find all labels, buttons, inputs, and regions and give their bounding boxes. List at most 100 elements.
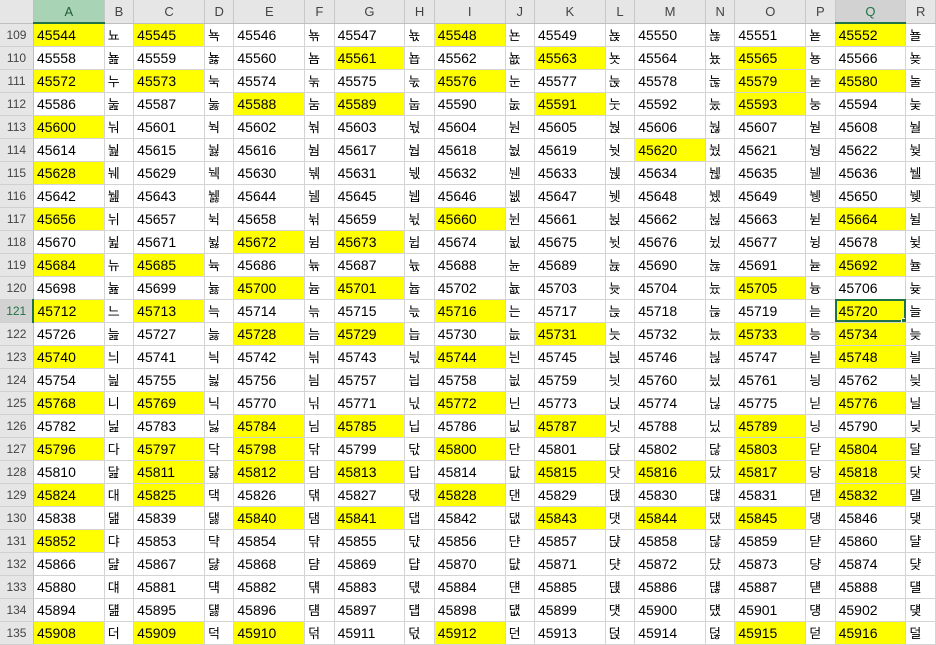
cell-j121[interactable]: 는: [505, 299, 535, 323]
row-header-134[interactable]: 134: [0, 598, 34, 622]
cell-a110[interactable]: 45558: [33, 46, 105, 70]
cell-l134[interactable]: 덋: [605, 598, 636, 622]
cell-l129[interactable]: 댅: [605, 483, 636, 507]
cell-n110[interactable]: 뇼: [705, 46, 736, 70]
cell-o121[interactable]: 45719: [734, 299, 807, 323]
cell-n134[interactable]: 덌: [705, 598, 736, 622]
cell-c116[interactable]: 45643: [133, 184, 205, 208]
cell-h113[interactable]: 눣: [404, 115, 435, 139]
cell-p120[interactable]: 늉: [805, 276, 836, 300]
cell-i113[interactable]: 45604: [434, 115, 506, 139]
cell-i135[interactable]: 45912: [434, 621, 506, 645]
cell-b123[interactable]: 늬: [104, 345, 135, 369]
cell-n123[interactable]: 늲: [705, 345, 736, 369]
cell-k109[interactable]: 45549: [534, 23, 606, 47]
cell-d120[interactable]: 늃: [204, 276, 235, 300]
cell-p126[interactable]: 닝: [805, 414, 836, 438]
cell-q126[interactable]: 45790: [835, 414, 907, 438]
cell-q123[interactable]: 45748: [835, 345, 907, 369]
cell-p117[interactable]: 뉟: [805, 207, 836, 231]
cell-f129[interactable]: 댂: [304, 483, 335, 507]
cell-r116[interactable]: 뉒: [905, 184, 936, 208]
cell-m134[interactable]: 45900: [634, 598, 706, 622]
cell-h132[interactable]: 댭: [404, 552, 435, 576]
cell-r117[interactable]: 뉠: [905, 207, 936, 231]
cell-b134[interactable]: 덆: [104, 598, 135, 622]
cell-q135[interactable]: 45916: [835, 621, 907, 645]
cell-m125[interactable]: 45774: [634, 391, 706, 415]
cell-m114[interactable]: 45620: [634, 138, 706, 162]
cell-g118[interactable]: 45673: [334, 230, 406, 254]
cell-q114[interactable]: 45622: [835, 138, 907, 162]
cell-q115[interactable]: 45636: [835, 161, 907, 185]
cell-b131[interactable]: 댜: [104, 529, 135, 553]
cell-e132[interactable]: 45868: [233, 552, 306, 576]
cell-g129[interactable]: 45827: [334, 483, 406, 507]
cell-m116[interactable]: 45648: [634, 184, 706, 208]
cell-c118[interactable]: 45671: [133, 230, 205, 254]
cell-n125[interactable]: 닎: [705, 391, 736, 415]
cell-j122[interactable]: 늢: [505, 322, 535, 346]
row-header-112[interactable]: 112: [0, 92, 34, 116]
cell-l126[interactable]: 닛: [605, 414, 636, 438]
cell-l115[interactable]: 뉁: [605, 161, 636, 185]
cell-d123[interactable]: 늭: [204, 345, 235, 369]
cell-e112[interactable]: 45588: [233, 92, 306, 116]
cell-p123[interactable]: 늳: [805, 345, 836, 369]
cell-h115[interactable]: 눿: [404, 161, 435, 185]
cell-j123[interactable]: 늰: [505, 345, 535, 369]
cell-r126[interactable]: 닞: [905, 414, 936, 438]
cell-l113[interactable]: 눥: [605, 115, 636, 139]
cell-o118[interactable]: 45677: [734, 230, 807, 254]
cell-p132[interactable]: 댱: [805, 552, 836, 576]
cell-d113[interactable]: 눡: [204, 115, 235, 139]
cell-k120[interactable]: 45703: [534, 276, 606, 300]
cell-a121[interactable]: 45712: [33, 299, 105, 323]
cell-e135[interactable]: 45910: [233, 621, 306, 645]
cell-q110[interactable]: 45566: [835, 46, 907, 70]
cell-l120[interactable]: 늇: [605, 276, 636, 300]
cell-n130[interactable]: 댔: [705, 506, 736, 530]
cell-g115[interactable]: 45631: [334, 161, 406, 185]
cell-k133[interactable]: 45885: [534, 575, 606, 599]
column-header-q[interactable]: Q: [835, 0, 907, 24]
cell-l110[interactable]: 뇻: [605, 46, 636, 70]
cell-m123[interactable]: 45746: [634, 345, 706, 369]
cell-n118[interactable]: 뉬: [705, 230, 736, 254]
cell-o123[interactable]: 45747: [734, 345, 807, 369]
cell-o124[interactable]: 45761: [734, 368, 807, 392]
cell-l127[interactable]: 닩: [605, 437, 636, 461]
cell-i134[interactable]: 45898: [434, 598, 506, 622]
column-header-i[interactable]: I: [434, 0, 506, 24]
cell-k125[interactable]: 45773: [534, 391, 606, 415]
cell-m109[interactable]: 45550: [634, 23, 706, 47]
cell-n113[interactable]: 눦: [705, 115, 736, 139]
cell-d109[interactable]: 뇩: [204, 23, 235, 47]
cell-m117[interactable]: 45662: [634, 207, 706, 231]
cell-l124[interactable]: 늿: [605, 368, 636, 392]
cell-c126[interactable]: 45783: [133, 414, 205, 438]
cell-k114[interactable]: 45619: [534, 138, 606, 162]
cell-b118[interactable]: 뉦: [104, 230, 135, 254]
cell-i117[interactable]: 45660: [434, 207, 506, 231]
cell-m113[interactable]: 45606: [634, 115, 706, 139]
cell-n112[interactable]: 눘: [705, 92, 736, 116]
row-header-124[interactable]: 124: [0, 368, 34, 392]
cell-o133[interactable]: 45887: [734, 575, 807, 599]
cell-d127[interactable]: 닥: [204, 437, 235, 461]
cell-j131[interactable]: 댠: [505, 529, 535, 553]
cell-a118[interactable]: 45670: [33, 230, 105, 254]
cell-f109[interactable]: 뇪: [304, 23, 335, 47]
row-header-118[interactable]: 118: [0, 230, 34, 254]
cell-c112[interactable]: 45587: [133, 92, 205, 116]
cell-b125[interactable]: 니: [104, 391, 135, 415]
cell-m121[interactable]: 45718: [634, 299, 706, 323]
cell-h122[interactable]: 늡: [404, 322, 435, 346]
cell-h134[interactable]: 덉: [404, 598, 435, 622]
cell-i128[interactable]: 45814: [434, 460, 506, 484]
cell-d133[interactable]: 댹: [204, 575, 235, 599]
cell-a125[interactable]: 45768: [33, 391, 105, 415]
cell-f127[interactable]: 닦: [304, 437, 335, 461]
cell-k127[interactable]: 45801: [534, 437, 606, 461]
cell-j120[interactable]: 늆: [505, 276, 535, 300]
